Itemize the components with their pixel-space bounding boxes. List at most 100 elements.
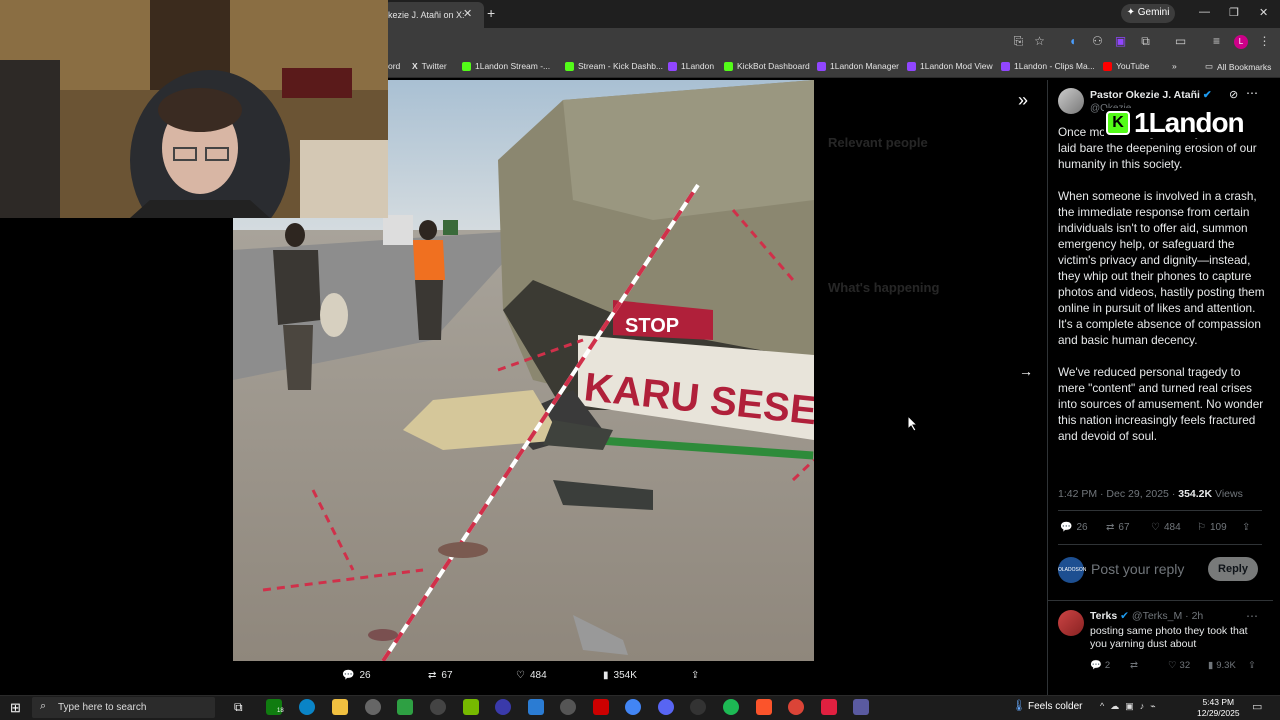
bookmark-icon: ⚐ xyxy=(1197,522,1206,533)
author-name[interactable]: Pastor Okezie J. Atañi ✔ xyxy=(1090,89,1212,101)
bookmark-item[interactable]: 1Landon Stream -... xyxy=(462,61,550,71)
bookmark-action[interactable]: ⚐ 109 xyxy=(1197,522,1227,533)
file-explorer-icon[interactable] xyxy=(332,699,348,715)
new-tab-icon[interactable]: + xyxy=(487,5,495,21)
bookmark-item[interactable]: KickBot Dashboard xyxy=(724,61,810,71)
reply-repost-action[interactable]: ⇄ xyxy=(1130,660,1138,671)
sidepanel-icon[interactable]: ▭ xyxy=(1174,35,1187,48)
more-bookmarks-icon[interactable]: » xyxy=(1172,61,1177,71)
bookmark-item[interactable]: X Twitter xyxy=(412,61,447,71)
app-icon[interactable] xyxy=(853,699,869,715)
star-icon[interactable]: ☆ xyxy=(1033,35,1046,48)
more-options-icon[interactable]: ⋯ xyxy=(1246,609,1258,623)
media-share-button[interactable]: ⇪ xyxy=(691,670,699,681)
streamer-webcam-image xyxy=(0,0,388,218)
reply-views-action[interactable]: ▮ 9.3K xyxy=(1208,660,1236,671)
install-icon[interactable]: ⎘ xyxy=(1012,35,1025,48)
collapse-panel-icon[interactable]: » xyxy=(1018,90,1028,111)
system-tray-icons[interactable]: ^☁▣♪⌁ xyxy=(1100,701,1162,712)
divider xyxy=(1058,510,1262,511)
app-icon[interactable] xyxy=(365,699,381,715)
bookmark-label: KickBot Dashboard xyxy=(737,61,810,71)
reply-like-action[interactable]: ♡ 32 xyxy=(1168,660,1190,671)
bookmark-label: 1Landon Mod View xyxy=(920,61,993,71)
reply-button[interactable]: Reply xyxy=(1208,557,1258,581)
windows-start-icon[interactable]: ⊞ xyxy=(10,700,21,716)
chrome-icon[interactable] xyxy=(788,699,804,715)
discord-icon[interactable] xyxy=(658,699,674,715)
grok-icon[interactable]: ⊘ xyxy=(1229,88,1238,101)
stream-watermark: K 1Landon xyxy=(1104,108,1278,138)
media-views-button[interactable]: ▮ 354K xyxy=(603,670,637,681)
kickbot-icon xyxy=(724,61,733,71)
bookmark-label: ord xyxy=(388,61,401,71)
app-icon[interactable] xyxy=(690,699,706,715)
app-icon[interactable] xyxy=(593,699,609,715)
repost-icon: ⇄ xyxy=(1106,522,1115,533)
bookmark-item[interactable]: YouTube xyxy=(1103,61,1149,71)
next-arrow-icon[interactable]: → xyxy=(1019,363,1033,379)
tweet-timestamp[interactable]: 1:42 PM · Dec 29, 2025 · xyxy=(1058,488,1178,500)
reply-author-avatar[interactable] xyxy=(1058,610,1084,636)
gemini-button[interactable]: ✦ Gemini xyxy=(1121,4,1175,23)
tab-close-icon[interactable]: ✕ xyxy=(463,7,472,20)
weather-text[interactable]: Feels colder xyxy=(1028,701,1082,712)
reply-share-action[interactable]: ⇪ xyxy=(1248,660,1256,671)
bookmark-item[interactable]: ord xyxy=(388,61,400,71)
reply-input[interactable]: Post your reply xyxy=(1091,561,1184,577)
app-icon[interactable] xyxy=(430,699,446,715)
restore-icon[interactable]: ❐ xyxy=(1229,6,1239,19)
menu-icon[interactable]: ⋮ xyxy=(1258,35,1271,48)
bookmark-item[interactable]: 1Landon - Clips Ma... xyxy=(1001,61,1095,71)
dimmed-sidebar: Relevant people What's happening xyxy=(820,80,1046,690)
divider xyxy=(1058,544,1262,545)
author-avatar[interactable] xyxy=(1058,88,1084,114)
profile-avatar[interactable]: L xyxy=(1234,35,1248,49)
extension-icon[interactable]: ⚇ xyxy=(1091,35,1104,48)
media-repost-button[interactable]: ⇄ 67 xyxy=(428,670,453,681)
bookmark-item[interactable]: 1Landon xyxy=(668,61,714,71)
repost-action[interactable]: ⇄ 67 xyxy=(1106,522,1130,533)
app-icon[interactable] xyxy=(528,699,544,715)
more-options-icon[interactable]: ⋯ xyxy=(1246,86,1258,100)
bookmark-count: 109 xyxy=(1209,522,1227,533)
kick-icon xyxy=(462,61,471,71)
views-icon: ▮ xyxy=(1208,660,1214,671)
bookmark-item[interactable]: 1Landon Manager xyxy=(817,61,899,71)
app-icon[interactable] xyxy=(821,699,837,715)
bookmark-item[interactable]: Stream - Kick Dashb... xyxy=(565,61,663,71)
media-reply-button[interactable]: 💬 26 xyxy=(342,670,371,681)
kick-logo-icon: K xyxy=(1106,111,1130,135)
taskbar-search[interactable]: Type here to search xyxy=(32,697,215,718)
app-icon[interactable] xyxy=(495,699,511,715)
like-action[interactable]: ♡ 484 xyxy=(1151,522,1181,533)
bookmark-item[interactable]: 1Landon Mod View xyxy=(907,61,993,71)
task-view-icon[interactable]: ⧉ xyxy=(234,700,243,715)
reply-author[interactable]: Terks ✔ @Terks_M · 2h xyxy=(1090,610,1203,622)
settings-icon[interactable] xyxy=(560,699,576,715)
app-icon[interactable] xyxy=(625,699,641,715)
nvidia-icon[interactable] xyxy=(463,699,479,715)
brave-icon[interactable] xyxy=(756,699,772,715)
bookmark-label: 1Landon Manager xyxy=(830,61,900,71)
notifications-icon[interactable]: ▭ xyxy=(1252,700,1262,713)
twitch-extension-icon[interactable]: ▣ xyxy=(1114,35,1127,48)
taskbar-clock[interactable]: 5:43 PM 12/29/2025 xyxy=(1197,697,1240,719)
close-window-icon[interactable]: ✕ xyxy=(1259,6,1268,19)
reply-reply-action[interactable]: 💬 2 xyxy=(1090,660,1110,671)
extension-icon[interactable]: ◖ xyxy=(1066,35,1079,48)
reply-author-name: Terks xyxy=(1090,610,1118,622)
reply-action[interactable]: 💬 26 xyxy=(1060,522,1088,533)
user-avatar: OLADOSON xyxy=(1058,557,1086,583)
puzzle-icon[interactable]: ⧉ xyxy=(1139,35,1152,48)
minimize-icon[interactable]: — xyxy=(1199,6,1210,18)
edge-icon[interactable] xyxy=(299,699,315,715)
all-bookmarks[interactable]: ▭ All Bookmarks xyxy=(1205,61,1271,72)
twitch-icon xyxy=(817,61,826,71)
like-count: 32 xyxy=(1179,660,1191,671)
media-like-button[interactable]: ♡ 484 xyxy=(516,670,547,681)
share-action[interactable]: ⇪ xyxy=(1242,522,1250,533)
app-icon[interactable] xyxy=(397,699,413,715)
media-icon[interactable]: ≡ xyxy=(1210,35,1223,48)
spotify-icon[interactable] xyxy=(723,699,739,715)
